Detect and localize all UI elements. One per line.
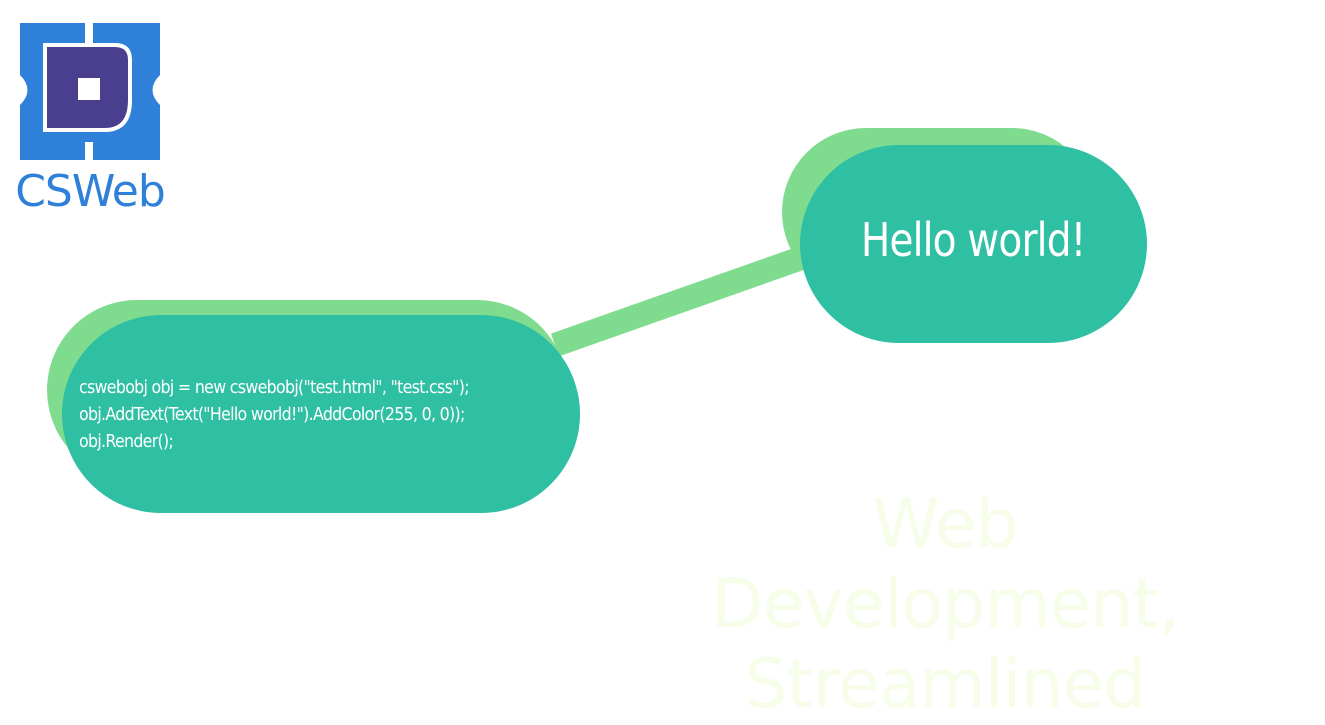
hello-text: Hello world! [861,213,1087,267]
hello-bubble: Hello world! [800,145,1147,343]
tagline: Web Development, Streamlined [640,485,1250,725]
code-line: obj.AddText(Text("Hello world!").AddColo… [79,403,465,425]
logo-mark-icon [20,23,160,160]
code-bubble: cswebobj obj = new cswebobj("test.html",… [62,315,580,513]
cswebb-logo: CSWeb [15,20,166,220]
code-line: obj.Render(); [79,430,174,452]
tagline-line-2: Streamlined [744,645,1147,724]
logo-wordmark: CSWeb [15,166,166,217]
tagline-line-1: Web Development, [711,485,1179,644]
code-line: cswebobj obj = new cswebobj("test.html",… [79,376,470,398]
